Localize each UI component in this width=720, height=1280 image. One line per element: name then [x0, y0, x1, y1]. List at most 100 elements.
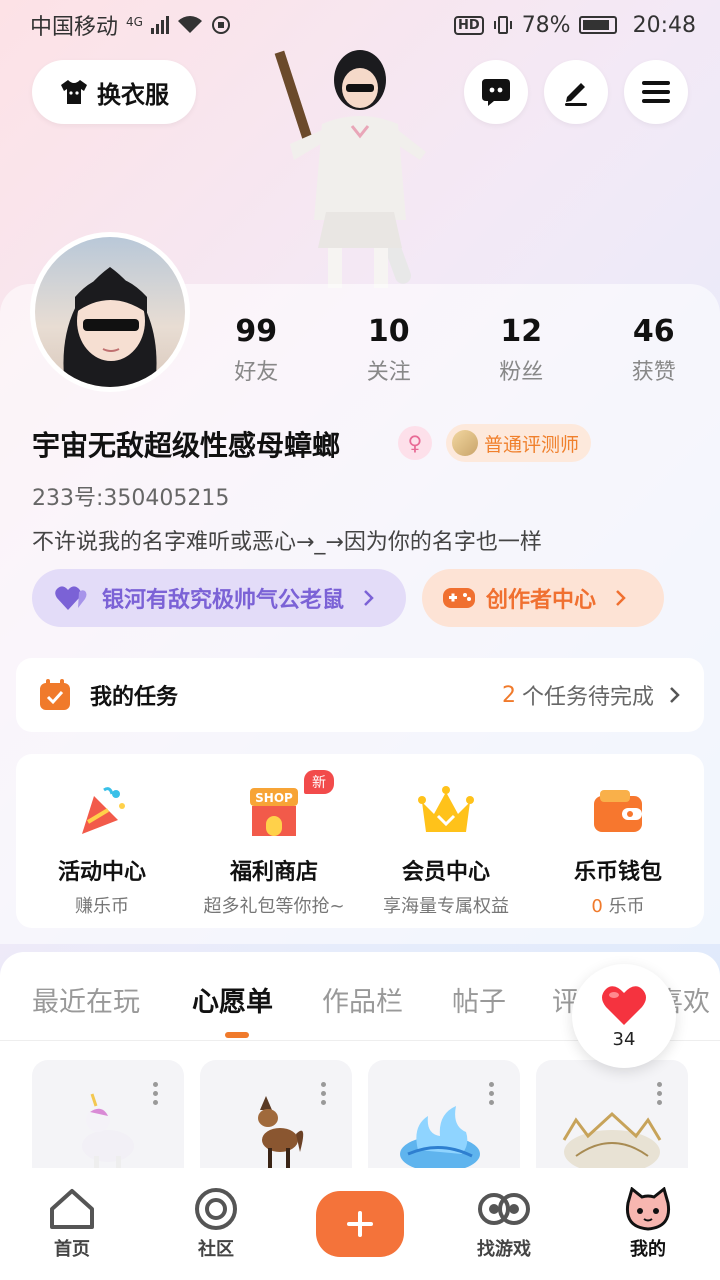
- service-title: 会员中心: [401, 860, 490, 885]
- stat-value: 99: [235, 314, 278, 349]
- nav-find-games[interactable]: 找游戏: [432, 1187, 576, 1261]
- wishlist-item[interactable]: [32, 1060, 184, 1170]
- title-badge-label: 普通评测师: [484, 433, 580, 456]
- change-outfit-button[interactable]: 换衣服: [32, 60, 196, 124]
- wishlist-item[interactable]: [536, 1060, 688, 1170]
- user-avatar[interactable]: [30, 232, 190, 392]
- my-tasks-card[interactable]: 我的任务 2 个任务待完成: [16, 658, 704, 732]
- reviewer-title-badge[interactable]: 普通评测师: [446, 424, 592, 462]
- clock: 20:48: [632, 12, 696, 38]
- nav-label: 社区: [198, 1239, 234, 1260]
- chevron-right-icon: [670, 687, 680, 703]
- coin-balance: 0: [591, 896, 603, 917]
- nav-label: 首页: [54, 1239, 90, 1260]
- crown-icon: [418, 786, 474, 832]
- wishlist-item[interactable]: [200, 1060, 352, 1170]
- galaxy-link-button[interactable]: 银河有敌究极帅气公老鼠: [32, 569, 406, 627]
- wishlist-item[interactable]: [368, 1060, 520, 1170]
- stat-fans[interactable]: 12 粉丝: [455, 312, 588, 386]
- user-id: 233号:350405215: [32, 486, 230, 511]
- user-nickname: 宇宙无敌超级性感母蟑螂: [32, 429, 341, 462]
- shop-icon: SHOP: [250, 788, 298, 836]
- chat-icon: [482, 79, 510, 106]
- avatar-portrait: [63, 267, 157, 387]
- heart-pair-icon: [55, 586, 87, 610]
- member-center[interactable]: 会员中心 享海量专属权益: [360, 782, 532, 928]
- female-gender-icon: ♀: [398, 426, 432, 460]
- like-float-button[interactable]: 34: [572, 964, 676, 1068]
- bottom-nav: 首页 社区 找游戏 我的: [0, 1168, 720, 1280]
- stat-likes[interactable]: 46 获赞: [588, 312, 720, 386]
- tab-wishlist[interactable]: 心愿单: [192, 980, 273, 1019]
- stat-label: 好友: [234, 360, 279, 385]
- wallet-icon: [594, 790, 642, 832]
- service-subtitle: 享海量专属权益: [383, 896, 509, 917]
- creator-center-button[interactable]: 创作者中心: [422, 569, 664, 627]
- message-button[interactable]: [464, 60, 528, 124]
- coin-unit: 乐币: [608, 896, 645, 917]
- tab-posts[interactable]: 帖子: [452, 980, 506, 1019]
- menu-button[interactable]: [624, 60, 688, 124]
- network-label: 4G: [126, 15, 143, 29]
- record-icon: [211, 16, 230, 34]
- avatar-character-figure[interactable]: [270, 44, 440, 288]
- coin-wallet[interactable]: 乐币钱包 0 乐币: [532, 782, 704, 928]
- nav-create[interactable]: [288, 1191, 432, 1257]
- creator-center-label: 创作者中心: [486, 588, 597, 613]
- stat-value: 12: [500, 314, 543, 349]
- pending-task-count: 2: [501, 682, 516, 708]
- find-games-icon: [478, 1193, 530, 1225]
- more-options-icon[interactable]: [153, 1082, 158, 1105]
- stat-label: 粉丝: [499, 360, 544, 385]
- home-icon: [50, 1189, 94, 1229]
- more-options-icon[interactable]: [321, 1082, 326, 1105]
- activity-center[interactable]: 活动中心 赚乐币: [16, 782, 188, 928]
- more-options-icon[interactable]: [657, 1082, 662, 1105]
- shop-icon-text: SHOP: [255, 791, 293, 805]
- unicorn-figure: [82, 1093, 134, 1170]
- service-subtitle: 0 乐币: [532, 892, 704, 918]
- stat-friends[interactable]: 99 好友: [190, 312, 323, 386]
- battery-icon: [578, 16, 617, 34]
- stat-following[interactable]: 10 关注: [323, 312, 456, 386]
- my-tasks-title: 我的任务: [90, 685, 179, 710]
- change-outfit-label: 换衣服: [97, 80, 169, 109]
- edit-icon: [565, 83, 587, 106]
- more-options-icon[interactable]: [489, 1082, 494, 1105]
- stat-label: 关注: [366, 360, 411, 385]
- profile-stats: 99 好友 10 关注 12 粉丝 46 获赞: [190, 312, 720, 386]
- edit-profile-button[interactable]: [544, 60, 608, 124]
- battery-percent: 78%: [521, 12, 571, 38]
- service-title: 福利商店: [229, 860, 318, 885]
- service-title: 乐币钱包: [573, 860, 662, 885]
- active-tab-indicator: [225, 1032, 249, 1038]
- menu-icon: [642, 81, 670, 103]
- nav-me[interactable]: 我的: [576, 1187, 720, 1261]
- plus-icon: [347, 1211, 373, 1237]
- mascot-face-icon: [625, 1187, 671, 1231]
- community-icon: [195, 1188, 237, 1230]
- blue-flame-figure: [400, 1106, 480, 1170]
- nav-home[interactable]: 首页: [0, 1187, 144, 1261]
- tab-recently-played[interactable]: 最近在玩: [32, 980, 140, 1019]
- galaxy-link-label: 银河有敌究极帅气公老鼠: [102, 588, 345, 613]
- nav-label: 找游戏: [477, 1239, 531, 1260]
- nav-community[interactable]: 社区: [144, 1187, 288, 1261]
- like-count: 34: [612, 1028, 636, 1050]
- tab-works[interactable]: 作品栏: [322, 980, 403, 1019]
- chevron-right-icon: [616, 590, 626, 606]
- tshirt-icon: [61, 80, 87, 104]
- calendar-check-icon: [40, 679, 70, 710]
- carrier-label: 中国移动: [30, 15, 119, 40]
- pending-task-label: 个任务待完成: [521, 685, 654, 710]
- vibrate-icon: [493, 16, 512, 34]
- chevron-right-icon: [364, 590, 374, 606]
- wishlist-items: [32, 1060, 688, 1170]
- service-subtitle: 赚乐币: [75, 896, 129, 917]
- welfare-shop[interactable]: SHOP 新 福利商店 超多礼包等你抢~: [188, 770, 360, 928]
- service-subtitle: 超多礼包等你抢~: [203, 896, 345, 917]
- create-button[interactable]: [316, 1191, 404, 1257]
- hd-icon: HD: [454, 15, 484, 35]
- status-bar: 中国移动 4G HD 78% 20:48: [0, 0, 720, 50]
- medal-icon: [452, 430, 478, 456]
